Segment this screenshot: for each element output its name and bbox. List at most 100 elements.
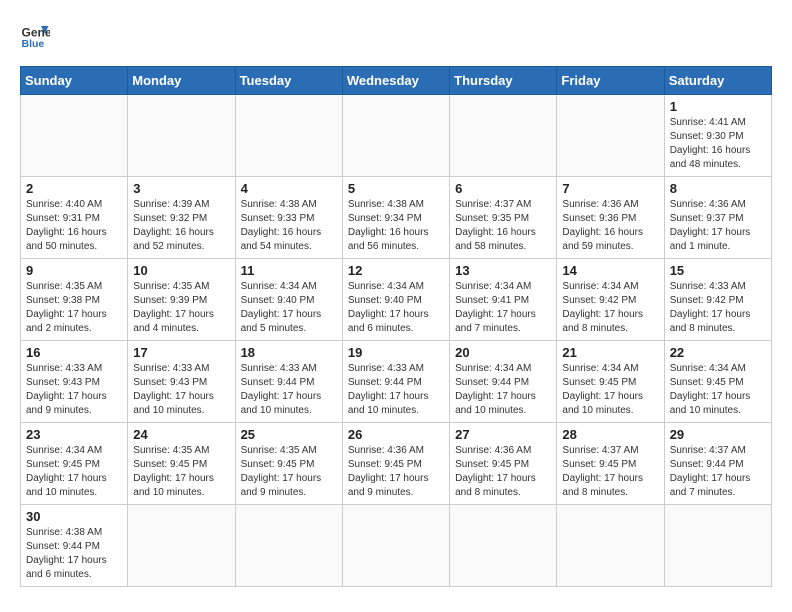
- week-row-2: 2Sunrise: 4:40 AM Sunset: 9:31 PM Daylig…: [21, 177, 772, 259]
- day-number: 13: [455, 263, 551, 278]
- day-info: Sunrise: 4:33 AM Sunset: 9:44 PM Dayligh…: [241, 362, 337, 418]
- calendar-cell: 29 Sunrise: 4:37 AM Sunset: 9:44 PM Dayli…: [664, 423, 771, 505]
- day-number: 10: [133, 263, 229, 278]
- week-row-5: 23 Sunrise: 4:34 AM Sunset: 9:45 PM Dayli…: [21, 423, 772, 505]
- week-row-3: 9Sunrise: 4:35 AM Sunset: 9:38 PM Daylig…: [21, 259, 772, 341]
- day-info: Sunrise: 4:33 AM Sunset: 9:44 PM Dayligh…: [348, 362, 444, 418]
- day-number: 21: [562, 345, 658, 360]
- day-number: 18: [241, 345, 337, 360]
- svg-text:Blue: Blue: [22, 38, 45, 50]
- day-info: Sunrise: 4:34 AM Sunset: 9:41 PM Dayligh…: [455, 280, 551, 336]
- day-number: 19: [348, 345, 444, 360]
- day-number: 20: [455, 345, 551, 360]
- day-info: Sunrise: 4:35 AM Sunset: 9:45 PM Dayligh…: [133, 444, 229, 500]
- calendar-cell: 22 Sunrise: 4:34 AM Sunset: 9:45 PM Dayli…: [664, 341, 771, 423]
- calendar-cell: 13 Sunrise: 4:34 AM Sunset: 9:41 PM Dayli…: [450, 259, 557, 341]
- calendar-cell: 14Sunrise: 4:34 AM Sunset: 9:42 PM Dayli…: [557, 259, 664, 341]
- calendar-cell: 2Sunrise: 4:40 AM Sunset: 9:31 PM Daylig…: [21, 177, 128, 259]
- col-sunday: Sunday: [21, 67, 128, 95]
- calendar-cell: [235, 95, 342, 177]
- day-info: Sunrise: 4:34 AM Sunset: 9:45 PM Dayligh…: [670, 362, 766, 418]
- day-info: Sunrise: 4:41 AM Sunset: 9:30 PM Dayligh…: [670, 116, 766, 172]
- calendar-cell: 10 Sunrise: 4:35 AM Sunset: 9:39 PM Dayli…: [128, 259, 235, 341]
- day-info: Sunrise: 4:38 AM Sunset: 9:34 PM Dayligh…: [348, 198, 444, 254]
- calendar-cell: 27 Sunrise: 4:36 AM Sunset: 9:45 PM Dayli…: [450, 423, 557, 505]
- day-info: Sunrise: 4:34 AM Sunset: 9:44 PM Dayligh…: [455, 362, 551, 418]
- day-number: 7: [562, 181, 658, 196]
- calendar-header-row: Sunday Monday Tuesday Wednesday Thursday…: [21, 67, 772, 95]
- day-number: 28: [562, 427, 658, 442]
- day-number: 16: [26, 345, 122, 360]
- day-number: 6: [455, 181, 551, 196]
- day-number: 8: [670, 181, 766, 196]
- day-number: 26: [348, 427, 444, 442]
- col-wednesday: Wednesday: [342, 67, 449, 95]
- day-info: Sunrise: 4:36 AM Sunset: 9:45 PM Dayligh…: [348, 444, 444, 500]
- calendar-cell: 4 Sunrise: 4:38 AM Sunset: 9:33 PM Daylig…: [235, 177, 342, 259]
- col-friday: Friday: [557, 67, 664, 95]
- day-number: 5: [348, 181, 444, 196]
- day-info: Sunrise: 4:34 AM Sunset: 9:42 PM Dayligh…: [562, 280, 658, 336]
- calendar-cell: 20 Sunrise: 4:34 AM Sunset: 9:44 PM Dayli…: [450, 341, 557, 423]
- col-tuesday: Tuesday: [235, 67, 342, 95]
- day-info: Sunrise: 4:33 AM Sunset: 9:43 PM Dayligh…: [133, 362, 229, 418]
- calendar-cell: 5 Sunrise: 4:38 AM Sunset: 9:34 PM Daylig…: [342, 177, 449, 259]
- calendar-cell: 19 Sunrise: 4:33 AM Sunset: 9:44 PM Dayli…: [342, 341, 449, 423]
- day-number: 4: [241, 181, 337, 196]
- day-info: Sunrise: 4:38 AM Sunset: 9:33 PM Dayligh…: [241, 198, 337, 254]
- calendar-cell: 3Sunrise: 4:39 AM Sunset: 9:32 PM Daylig…: [128, 177, 235, 259]
- calendar-cell: 7Sunrise: 4:36 AM Sunset: 9:36 PM Daylig…: [557, 177, 664, 259]
- calendar-cell: 17 Sunrise: 4:33 AM Sunset: 9:43 PM Dayli…: [128, 341, 235, 423]
- calendar-cell: [235, 505, 342, 587]
- day-info: Sunrise: 4:36 AM Sunset: 9:37 PM Dayligh…: [670, 198, 766, 254]
- day-info: Sunrise: 4:37 AM Sunset: 9:45 PM Dayligh…: [562, 444, 658, 500]
- calendar-table: Sunday Monday Tuesday Wednesday Thursday…: [20, 66, 772, 587]
- calendar-cell: [664, 505, 771, 587]
- calendar-cell: [128, 95, 235, 177]
- day-number: 2: [26, 181, 122, 196]
- calendar-cell: 16 Sunrise: 4:33 AM Sunset: 9:43 PM Dayli…: [21, 341, 128, 423]
- calendar-cell: 21 Sunrise: 4:34 AM Sunset: 9:45 PM Dayli…: [557, 341, 664, 423]
- day-info: Sunrise: 4:38 AM Sunset: 9:44 PM Dayligh…: [26, 526, 122, 582]
- day-number: 27: [455, 427, 551, 442]
- calendar-cell: 12 Sunrise: 4:34 AM Sunset: 9:40 PM Dayli…: [342, 259, 449, 341]
- calendar-cell: 30 Sunrise: 4:38 AM Sunset: 9:44 PM Dayli…: [21, 505, 128, 587]
- calendar-cell: 8 Sunrise: 4:36 AM Sunset: 9:37 PM Daylig…: [664, 177, 771, 259]
- logo: General Blue: [20, 20, 54, 50]
- calendar-cell: 15Sunrise: 4:33 AM Sunset: 9:42 PM Dayli…: [664, 259, 771, 341]
- header: General Blue: [20, 20, 772, 50]
- calendar-cell: [342, 505, 449, 587]
- day-number: 22: [670, 345, 766, 360]
- calendar-cell: 25Sunrise: 4:35 AM Sunset: 9:45 PM Dayli…: [235, 423, 342, 505]
- day-number: 23: [26, 427, 122, 442]
- calendar-cell: 18 Sunrise: 4:33 AM Sunset: 9:44 PM Dayli…: [235, 341, 342, 423]
- week-row-1: 1 Sunrise: 4:41 AM Sunset: 9:30 PM Daylig…: [21, 95, 772, 177]
- day-info: Sunrise: 4:33 AM Sunset: 9:43 PM Dayligh…: [26, 362, 122, 418]
- calendar-cell: 6Sunrise: 4:37 AM Sunset: 9:35 PM Daylig…: [450, 177, 557, 259]
- day-info: Sunrise: 4:34 AM Sunset: 9:40 PM Dayligh…: [348, 280, 444, 336]
- day-info: Sunrise: 4:39 AM Sunset: 9:32 PM Dayligh…: [133, 198, 229, 254]
- calendar-cell: 24Sunrise: 4:35 AM Sunset: 9:45 PM Dayli…: [128, 423, 235, 505]
- calendar-cell: [557, 505, 664, 587]
- day-info: Sunrise: 4:35 AM Sunset: 9:39 PM Dayligh…: [133, 280, 229, 336]
- day-number: 30: [26, 509, 122, 524]
- day-info: Sunrise: 4:34 AM Sunset: 9:40 PM Dayligh…: [241, 280, 337, 336]
- day-number: 29: [670, 427, 766, 442]
- day-info: Sunrise: 4:35 AM Sunset: 9:45 PM Dayligh…: [241, 444, 337, 500]
- day-info: Sunrise: 4:36 AM Sunset: 9:45 PM Dayligh…: [455, 444, 551, 500]
- calendar-cell: 26 Sunrise: 4:36 AM Sunset: 9:45 PM Dayli…: [342, 423, 449, 505]
- day-number: 17: [133, 345, 229, 360]
- day-number: 1: [670, 99, 766, 114]
- col-monday: Monday: [128, 67, 235, 95]
- calendar-cell: 28 Sunrise: 4:37 AM Sunset: 9:45 PM Dayli…: [557, 423, 664, 505]
- day-number: 12: [348, 263, 444, 278]
- calendar-cell: [342, 95, 449, 177]
- day-info: Sunrise: 4:34 AM Sunset: 9:45 PM Dayligh…: [562, 362, 658, 418]
- calendar-cell: 11 Sunrise: 4:34 AM Sunset: 9:40 PM Dayli…: [235, 259, 342, 341]
- day-info: Sunrise: 4:34 AM Sunset: 9:45 PM Dayligh…: [26, 444, 122, 500]
- day-number: 15: [670, 263, 766, 278]
- calendar-cell: [21, 95, 128, 177]
- day-number: 11: [241, 263, 337, 278]
- day-info: Sunrise: 4:37 AM Sunset: 9:44 PM Dayligh…: [670, 444, 766, 500]
- calendar-cell: [450, 505, 557, 587]
